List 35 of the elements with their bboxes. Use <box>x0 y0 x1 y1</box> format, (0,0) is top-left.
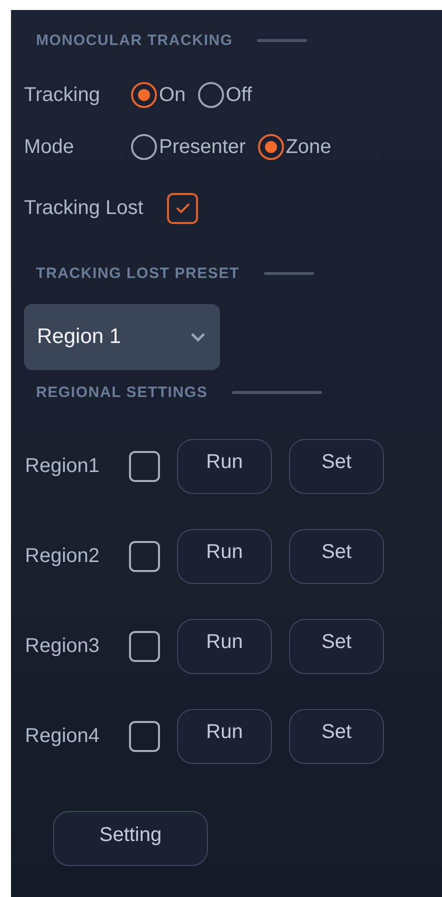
field-label: Tracking <box>24 84 101 106</box>
region-button[interactable]: Set <box>289 528 384 584</box>
region-button[interactable]: Run <box>177 528 272 584</box>
section-title: MONOCULAR TRACKING <box>36 32 233 49</box>
radio-button[interactable] <box>198 82 224 108</box>
checkbox[interactable] <box>129 630 160 662</box>
radio-button[interactable] <box>131 134 157 160</box>
chevron-down-icon <box>190 332 206 342</box>
region-button[interactable]: Run <box>177 708 272 764</box>
field-label: Tracking Lost <box>24 196 144 220</box>
checkbox[interactable] <box>129 450 160 482</box>
region-label: Region4 <box>24 724 101 748</box>
radio-option[interactable]: Off <box>198 82 252 108</box>
radio-button[interactable] <box>131 82 157 108</box>
region-label: Region3 <box>24 634 101 658</box>
radio-option[interactable]: Presenter <box>131 134 246 160</box>
radio-option[interactable]: Zone <box>258 134 332 160</box>
region-button[interactable]: Run <box>177 438 272 494</box>
radio-button[interactable] <box>258 134 284 160</box>
section-title: REGIONAL SETTINGS <box>36 384 208 401</box>
region-button[interactable]: Set <box>289 618 384 674</box>
region-label: Region2 <box>24 544 101 568</box>
checkbox[interactable] <box>129 540 160 572</box>
region-button[interactable]: Set <box>289 438 384 494</box>
section-title: TRACKING LOST PRESET <box>36 265 240 282</box>
checkmark-icon <box>176 203 190 213</box>
setting-button[interactable]: Setting <box>53 811 208 866</box>
checkbox[interactable] <box>129 720 160 752</box>
radio-option[interactable]: On <box>131 82 186 108</box>
region-label: Region1 <box>24 454 101 478</box>
checkbox[interactable] <box>167 192 198 224</box>
region-button[interactable]: Run <box>177 618 272 674</box>
preset-dropdown[interactable]: Region 1 <box>24 304 220 370</box>
region-button[interactable]: Set <box>289 708 384 764</box>
field-label: Mode <box>24 136 76 158</box>
